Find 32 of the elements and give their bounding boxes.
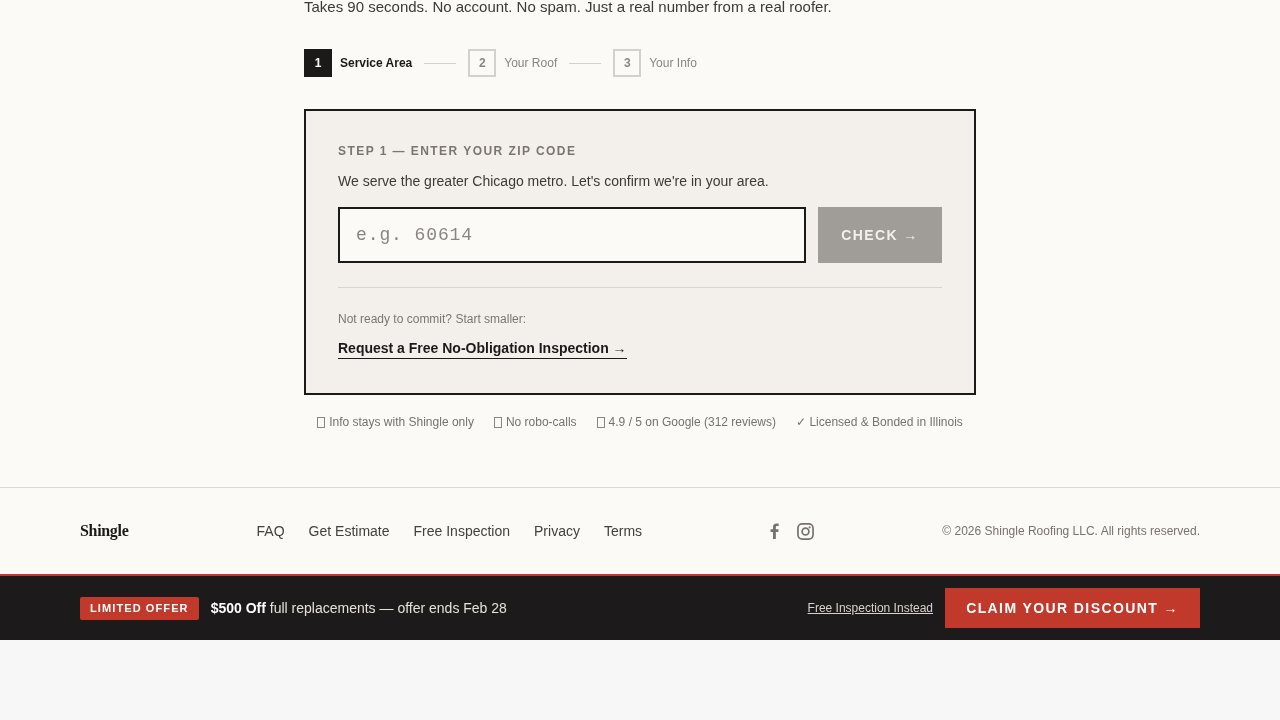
trust-item: No robo-calls <box>505 414 577 430</box>
inspection-link[interactable]: Request a Free No-Obligation Inspection → <box>338 338 627 359</box>
step-number: 3 <box>613 49 642 77</box>
intro-text: Takes 90 seconds. No account. No spam. Just a real number from a real roofer. <box>304 0 833 17</box>
step-label: Your Info <box>649 55 697 72</box>
step-number: 1 <box>304 49 332 77</box>
footer-link[interactable]: Privacy <box>534 520 580 542</box>
facebook-icon[interactable] <box>770 523 780 539</box>
card-description: We serve the greater Chicago metro. Let's confirm we're in your area. <box>338 172 770 191</box>
claim-discount-button[interactable]: CLAIM YOUR DISCOUNT → <box>945 588 1200 628</box>
step-label: Service Area <box>340 55 413 72</box>
card-heading: STEP 1 — ENTER YOUR ZIP CODE <box>338 143 578 159</box>
footer-logo[interactable]: Shingle <box>80 519 129 543</box>
step-number: 2 <box>468 49 497 77</box>
trust-item: ✓ Licensed & Bonded in Illinois <box>796 414 963 430</box>
square-outline-icon <box>596 416 605 428</box>
square-outline-icon <box>317 416 326 428</box>
copyright-text: © 2026 Shingle Roofing LLC. All rights reserved. <box>942 523 1200 540</box>
step-label: Your Roof <box>504 55 558 72</box>
alt-prompt: Not ready to commit? Start smaller: <box>338 311 528 327</box>
offer-message: $500 Off full replacements — offer ends Feb 28 <box>210 598 507 618</box>
footer-link[interactable]: Terms <box>603 520 643 542</box>
limited-offer-badge: LIMITED OFFER <box>80 596 199 620</box>
footer-link[interactable]: Get Estimate <box>308 520 390 542</box>
free-inspection-link[interactable]: Free Inspection Instead <box>807 599 933 617</box>
instagram-icon[interactable] <box>797 522 815 540</box>
trust-item: 4.9 / 5 on Google (312 reviews) <box>608 414 777 430</box>
square-outline-icon <box>493 416 502 428</box>
footer-link[interactable]: Free Inspection <box>413 520 511 542</box>
trust-item: Info stays with Shingle only <box>329 414 474 430</box>
zip-code-field[interactable]: e.g. 60614 <box>338 207 806 263</box>
footer-link[interactable]: FAQ <box>256 520 285 542</box>
